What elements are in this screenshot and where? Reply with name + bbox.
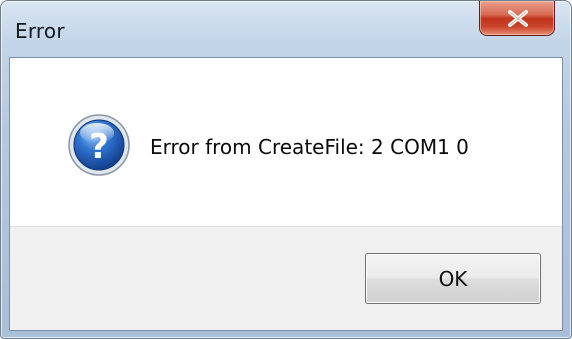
svg-text:?: ?: [89, 127, 109, 167]
message-area: ? Error from CreateFile: 2 COM1 0: [10, 58, 562, 226]
dialog-client-area: ? Error from CreateFile: 2 COM1 0 OK: [9, 57, 563, 331]
ok-button[interactable]: OK: [365, 253, 541, 304]
button-bar: OK: [10, 226, 562, 330]
error-message-text: Error from CreateFile: 2 COM1 0: [150, 135, 469, 159]
question-icon: ?: [68, 114, 130, 176]
title-bar[interactable]: Error: [1, 1, 571, 53]
close-icon: [508, 10, 528, 27]
close-button[interactable]: [479, 1, 555, 36]
window-title: Error: [15, 19, 65, 43]
error-dialog-window: Error ? Error from CreateFile: 2 COM1 0 …: [0, 0, 572, 339]
